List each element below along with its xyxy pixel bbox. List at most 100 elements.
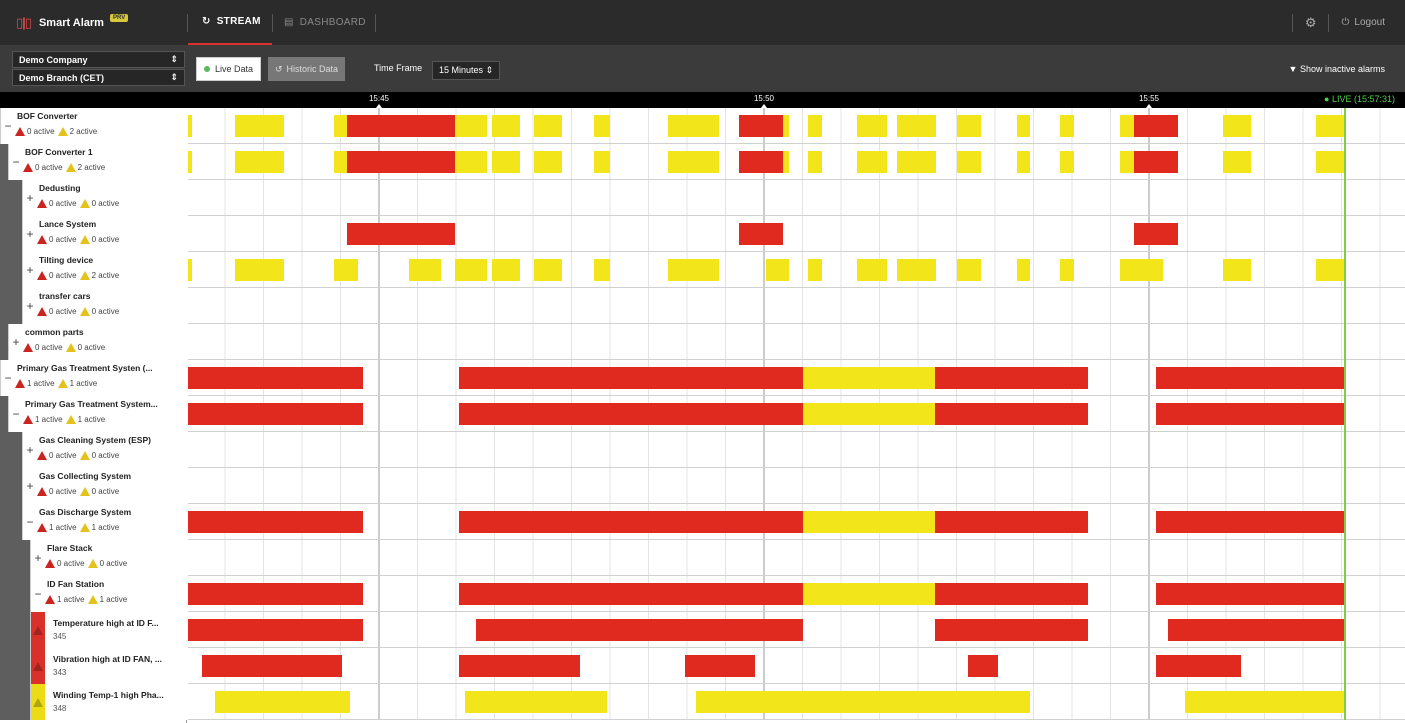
warning-icon — [79, 487, 90, 496]
time-tick-label: 15:50 — [753, 94, 775, 103]
critical-warning-icon — [45, 559, 55, 568]
expand-icon[interactable]: + — [23, 468, 37, 504]
warning-alarm-bar — [808, 151, 822, 173]
warning-alarm-bar — [897, 151, 936, 173]
critical-count: 0 active — [49, 487, 77, 496]
collapse-icon[interactable]: − — [23, 504, 37, 540]
critical-alarm-bar — [188, 619, 363, 641]
tree-node-name: BOF Converter 1 — [25, 147, 93, 157]
expand-icon[interactable]: + — [23, 252, 37, 288]
warning-alarm-bar — [668, 151, 719, 173]
select-arrows-icon: ⇕ — [170, 54, 178, 64]
tree-row[interactable]: + Flare Stack 0 active 0 active — [0, 540, 187, 576]
alarm-row[interactable]: Temperature high at ID F... 345 — [0, 612, 187, 648]
warning-alarm-bar — [1223, 151, 1251, 173]
active-counts: 0 active 0 active — [37, 235, 119, 244]
warning-alarm-bar — [957, 151, 981, 173]
expand-icon[interactable]: + — [23, 180, 37, 216]
nav-divider — [375, 14, 376, 32]
tree-row[interactable]: + Gas Cleaning System (ESP) 0 active 0 acti… — [0, 432, 187, 468]
historic-data-button[interactable]: ↺ Historic Data — [268, 57, 346, 81]
app-brand[interactable]: ▯|▯ Smart Alarm PRV — [0, 0, 187, 45]
alarm-name: Temperature high at ID F... — [53, 618, 159, 628]
collapse-icon[interactable]: − — [1, 360, 15, 396]
warning-icon — [87, 595, 98, 604]
critical-count: 0 active — [35, 343, 63, 352]
expand-icon[interactable]: + — [9, 324, 23, 360]
tree-node: Winding Temp-1 high Pha... 348 — [30, 684, 187, 720]
live-dot-icon — [204, 66, 210, 72]
branch-select[interactable]: Demo Branch (CET) ⇕ — [12, 69, 185, 86]
tree-row[interactable]: + Tilting device 0 active 2 active — [0, 252, 187, 288]
tree-node: − Primary Gas Treatment System... 1 active… — [8, 396, 187, 432]
alarm-code: 343 — [53, 668, 67, 677]
tree-row[interactable]: + Dedusting 0 active 0 active — [0, 180, 187, 216]
warning-alarm-bar — [803, 511, 935, 533]
alarm-row[interactable]: Vibration high at ID FAN, ... 343 — [0, 648, 187, 684]
critical-alarm-bar — [347, 151, 455, 173]
warning-alarm-bar — [409, 259, 441, 281]
warning-alarm-bar — [188, 151, 192, 173]
tree-row[interactable]: − BOF Converter 0 active 2 active — [0, 108, 187, 144]
critical-count: 0 active — [57, 559, 85, 568]
warning-alarm-bar — [1120, 151, 1134, 173]
expand-icon[interactable]: + — [23, 216, 37, 252]
critical-alarm-bar — [1156, 367, 1345, 389]
collapse-icon[interactable]: − — [9, 396, 23, 432]
tree-indent — [0, 648, 30, 684]
warning-alarm-bar — [1316, 115, 1345, 137]
critical-alarm-bar — [188, 511, 363, 533]
warning-icon — [87, 559, 98, 568]
tree-row[interactable]: + Gas Collecting System 0 active 0 active — [0, 468, 187, 504]
critical-alarm-bar — [1156, 403, 1345, 425]
tree-row[interactable]: − ID Fan Station 1 active 1 active — [0, 576, 187, 612]
tab-stream[interactable]: ↻ STREAM — [188, 0, 272, 45]
warning-alarm-bar — [668, 115, 719, 137]
logout-button[interactable]: ⏻ Logout — [1341, 17, 1385, 28]
critical-alarm-bar — [1156, 583, 1345, 605]
alarm-timeline-chart — [188, 108, 1405, 720]
collapse-icon[interactable]: − — [31, 576, 45, 612]
critical-alarm-bar — [459, 511, 803, 533]
critical-count: 1 active — [57, 595, 85, 604]
tree-node-name: Gas Collecting System — [39, 471, 132, 481]
warning-alarm-bar — [1060, 151, 1074, 173]
tree-indent — [0, 684, 30, 720]
tree-row[interactable]: − Primary Gas Treatment Systen (... 1 acti… — [0, 360, 187, 396]
tree-node: Temperature high at ID F... 345 — [30, 612, 187, 648]
tree-row[interactable]: − BOF Converter 1 0 active 2 active — [0, 144, 187, 180]
refresh-icon: ↻ — [202, 16, 211, 27]
live-data-button[interactable]: Live Data — [196, 57, 262, 81]
tab-dashboard[interactable]: ▤ DASHBOARD — [284, 0, 374, 45]
critical-alarm-bar — [935, 619, 1088, 641]
live-data-label: Live Data — [215, 64, 254, 74]
collapse-icon[interactable]: − — [9, 144, 23, 180]
tree-row[interactable]: + common parts 0 active 0 active — [0, 324, 187, 360]
tree-node: Vibration high at ID FAN, ... 343 — [30, 648, 187, 684]
critical-count: 0 active — [49, 271, 77, 280]
expand-icon[interactable]: + — [23, 432, 37, 468]
critical-count: 1 active — [27, 379, 55, 388]
company-select[interactable]: Demo Company ⇕ — [12, 51, 185, 68]
warning-icon — [65, 163, 76, 172]
timeframe-select[interactable]: 15 Minutes ⇕ — [432, 61, 501, 80]
gear-icon[interactable]: ⚙ — [1305, 15, 1317, 31]
expand-icon[interactable]: + — [31, 540, 45, 576]
tree-node: + Gas Collecting System 0 active 0 active — [22, 468, 187, 504]
tree-row[interactable]: + Lance System 0 active 0 active — [0, 216, 187, 252]
tree-row[interactable]: − Primary Gas Treatment System... 1 active… — [0, 396, 187, 432]
tree-row[interactable]: − Gas Discharge System 1 active 1 active — [0, 504, 187, 540]
warning-alarm-bar — [188, 115, 192, 137]
expand-icon[interactable]: + — [23, 288, 37, 324]
warning-alarm-bar — [1060, 115, 1074, 137]
show-inactive-alarms-toggle[interactable]: ▼ Show inactive alarms — [1289, 64, 1385, 74]
collapse-icon[interactable]: − — [1, 108, 15, 144]
warning-count: 0 active — [91, 307, 120, 316]
tree-row[interactable]: + transfer cars 0 active 0 active — [0, 288, 187, 324]
alarm-row[interactable]: Winding Temp-1 high Pha... 348 — [0, 684, 187, 720]
tree-indent — [0, 504, 22, 540]
filter-icon: ▼ — [1288, 64, 1298, 74]
warning-icon — [65, 415, 76, 424]
warning-alarm-bar — [766, 259, 789, 281]
timeframe-label: Time Frame — [374, 63, 423, 73]
